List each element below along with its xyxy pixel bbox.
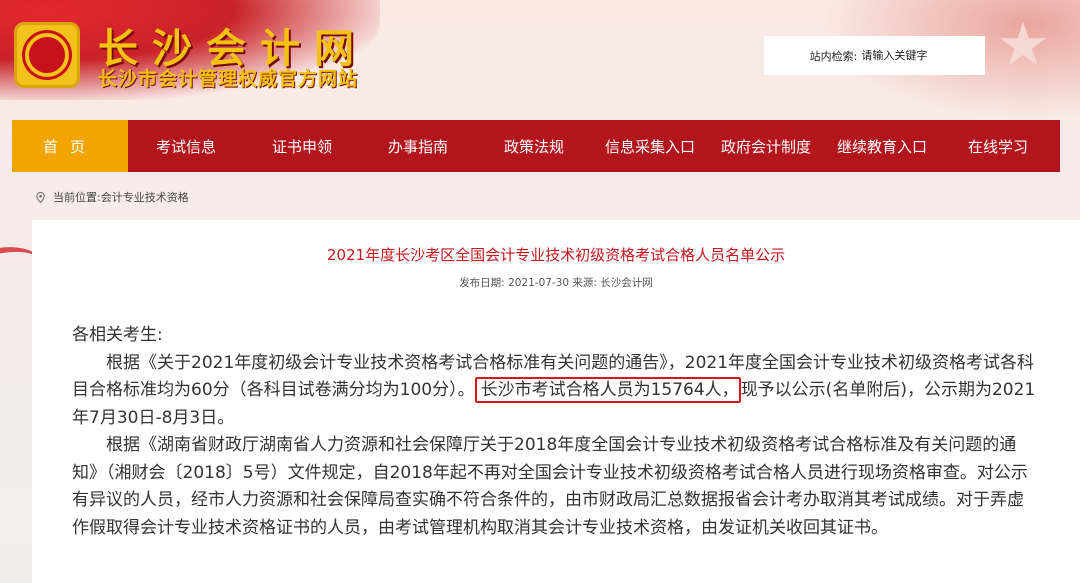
article-paragraph: 根据《湖南省财政厅湖南省人力资源和社会保障厅关于2018年度全国会计专业技术初级… (72, 435, 1028, 538)
search-box[interactable]: 站内检索: (764, 36, 985, 75)
site-logo-icon[interactable] (14, 22, 80, 88)
search-label: 站内检索: (809, 49, 858, 63)
article-paragraph: 根据《关于2021年度初级会计专业技术资格考试合格标准有关问题的通告》，2021… (72, 350, 1037, 433)
article-greeting: 各相关考生: (72, 325, 163, 345)
article-body: 各相关考生: 根据《关于2021年度初级会计专业技术资格考试合格标准有关问题的通… (72, 322, 1037, 542)
search-input[interactable] (861, 49, 940, 62)
article-meta: 发布日期: 2021-07-30 来源: 长沙会计网 (459, 277, 653, 289)
article-title: 2021年度长沙考区全国会计专业技术初级资格考试合格人员名单公示 (326, 246, 786, 264)
nav-item-home[interactable]: 首页 (12, 120, 128, 172)
breadcrumb-current[interactable]: 会计专业技术资格 (101, 189, 189, 205)
breadcrumb: 当前位置: 会计专业技术资格 (36, 189, 189, 205)
nav-item-online-learning[interactable]: 在线学习 (940, 120, 1056, 172)
nav-item-guide[interactable]: 办事指南 (360, 120, 476, 172)
main-nav: 首页 考试信息 证书申领 办事指南 政策法规 信息采集入口 政府会计制度 继续教… (12, 120, 1060, 172)
nav-item-policy[interactable]: 政策法规 (476, 120, 592, 172)
location-pin-icon (36, 191, 45, 203)
nav-item-info-collection[interactable]: 信息采集入口 (592, 120, 708, 172)
article-panel: 2021年度长沙考区全国会计专业技术初级资格考试合格人员名单公示 发布日期: 2… (32, 220, 1080, 583)
nav-item-certificate[interactable]: 证书申领 (244, 120, 360, 172)
site-subtitle: 长沙市会计管理权威官方网站 (98, 68, 359, 90)
nav-item-exam-info[interactable]: 考试信息 (128, 120, 244, 172)
nav-item-continuing-education[interactable]: 继续教育入口 (824, 120, 940, 172)
highlighted-pass-count: 长沙市考试合格人员为15764人， (474, 377, 741, 403)
logo-emblem (25, 33, 69, 77)
nav-item-gov-accounting[interactable]: 政府会计制度 (708, 120, 824, 172)
site-header: 长沙会计网 长沙市会计管理权威官方网站 站内检索: (0, 0, 1080, 110)
breadcrumb-prefix: 当前位置: (53, 191, 101, 204)
